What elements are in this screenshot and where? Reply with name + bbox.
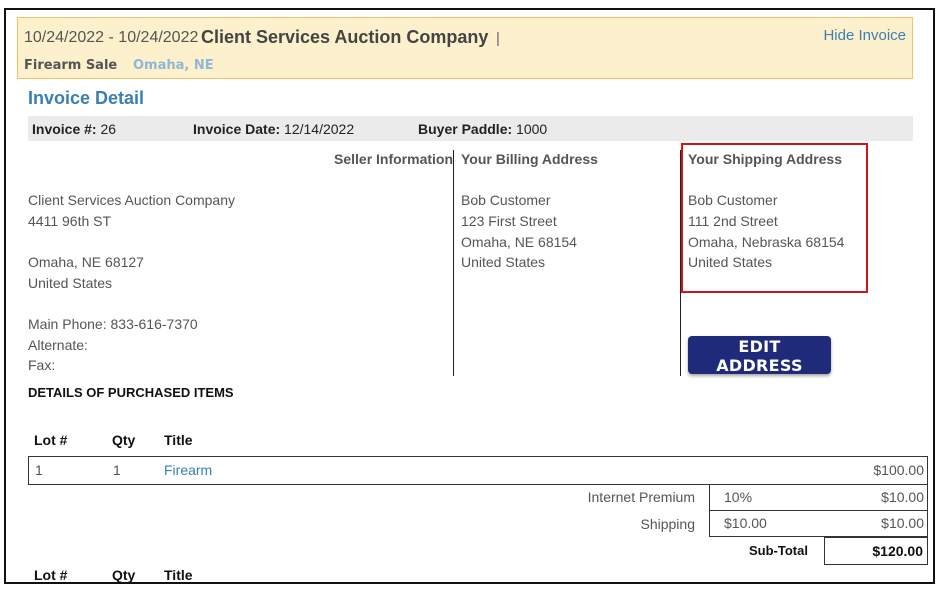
item-amount: $100.00 [873, 462, 924, 478]
invoice-detail-title: Invoice Detail [28, 88, 145, 108]
billing-address-heading: Your Billing Address [461, 151, 598, 167]
invoice-panel: 10/24/2022 - 10/24/2022 Client Services … [4, 8, 935, 584]
invoice-number: Invoice #: 26 [32, 121, 116, 137]
shipping-fee-row: $10.00 $10.00 [709, 510, 928, 537]
hide-invoice-link[interactable]: Hide Invoice [823, 27, 906, 44]
col-header-title: Title [164, 432, 193, 448]
billing-city-state-zip: Omaha, NE 68154 [461, 234, 577, 250]
seller-info-heading: Seller Information [334, 151, 454, 167]
subtotal-amount: $120.00 [872, 543, 923, 559]
col-header-title-2: Title [164, 567, 193, 583]
banner-separator: | [496, 30, 500, 47]
item-title-link[interactable]: Firearm [164, 462, 212, 478]
sale-type: Firearm Sale [24, 58, 118, 73]
invoice-date-value: 12/14/2022 [284, 121, 355, 137]
buyer-paddle: Buyer Paddle: 1000 [418, 121, 547, 137]
item-qty: 1 [113, 462, 121, 478]
shipping-fee-label: Shipping [640, 516, 696, 532]
seller-main-phone: Main Phone: 833-616-7370 [28, 316, 198, 332]
invoice-info-bar: Invoice #: 26 Invoice Date: 12/14/2022 B… [28, 116, 913, 141]
buyer-paddle-label: Buyer Paddle: [418, 121, 513, 137]
col-header-qty: Qty [112, 432, 136, 448]
item-lot: 1 [35, 462, 43, 478]
col-header-qty-2: Qty [112, 567, 136, 583]
premium-rate: 10% [724, 489, 753, 505]
shipping-country: United States [688, 254, 773, 270]
billing-street: 123 First Street [461, 213, 557, 229]
purchased-items-title: DETAILS OF PURCHASED ITEMS [28, 385, 234, 400]
shipping-fee-amount: $10.00 [881, 515, 924, 531]
seller-street: 4411 96th ST [28, 213, 112, 229]
billing-country: United States [461, 254, 546, 270]
billing-name: Bob Customer [461, 192, 551, 208]
seller-name: Client Services Auction Company [28, 192, 235, 208]
sale-date-range: 10/24/2022 - 10/24/2022 [24, 29, 199, 46]
item-row: 1 1 Firearm $100.00 [28, 456, 928, 485]
seller-fax: Fax: [28, 357, 56, 373]
sale-location: Omaha, NE [133, 58, 214, 73]
buyer-paddle-value: 1000 [516, 121, 548, 137]
sale-banner: 10/24/2022 - 10/24/2022 Client Services … [17, 17, 913, 79]
invoice-number-label: Invoice #: [32, 121, 97, 137]
col-header-lot: Lot # [34, 432, 68, 448]
shipping-city-state-zip: Omaha, Nebraska 68154 [688, 234, 845, 250]
col-header-lot-2: Lot # [34, 567, 68, 583]
seller-alternate-phone: Alternate: [28, 337, 88, 353]
shipping-street: 111 2nd Street [688, 213, 778, 229]
invoice-date-label: Invoice Date: [193, 121, 281, 137]
edit-address-button[interactable]: EDIT ADDRESS [688, 336, 831, 375]
seller-country: United States [28, 275, 113, 291]
premium-amount: $10.00 [881, 489, 924, 505]
invoice-date: Invoice Date: 12/14/2022 [193, 121, 354, 137]
shipping-name: Bob Customer [688, 192, 778, 208]
subtotal-box: $120.00 [824, 537, 928, 565]
seller-city-state-zip: Omaha, NE 68127 [28, 254, 144, 270]
subtotal-label: Sub-Total [749, 543, 808, 558]
seller-billing-divider [453, 150, 454, 376]
shipping-fee-rate: $10.00 [724, 515, 767, 531]
premium-label: Internet Premium [587, 489, 695, 505]
premium-row: 10% $10.00 [709, 484, 928, 511]
auction-company-name: Client Services Auction Company [201, 27, 489, 47]
invoice-number-value: 26 [100, 121, 117, 137]
